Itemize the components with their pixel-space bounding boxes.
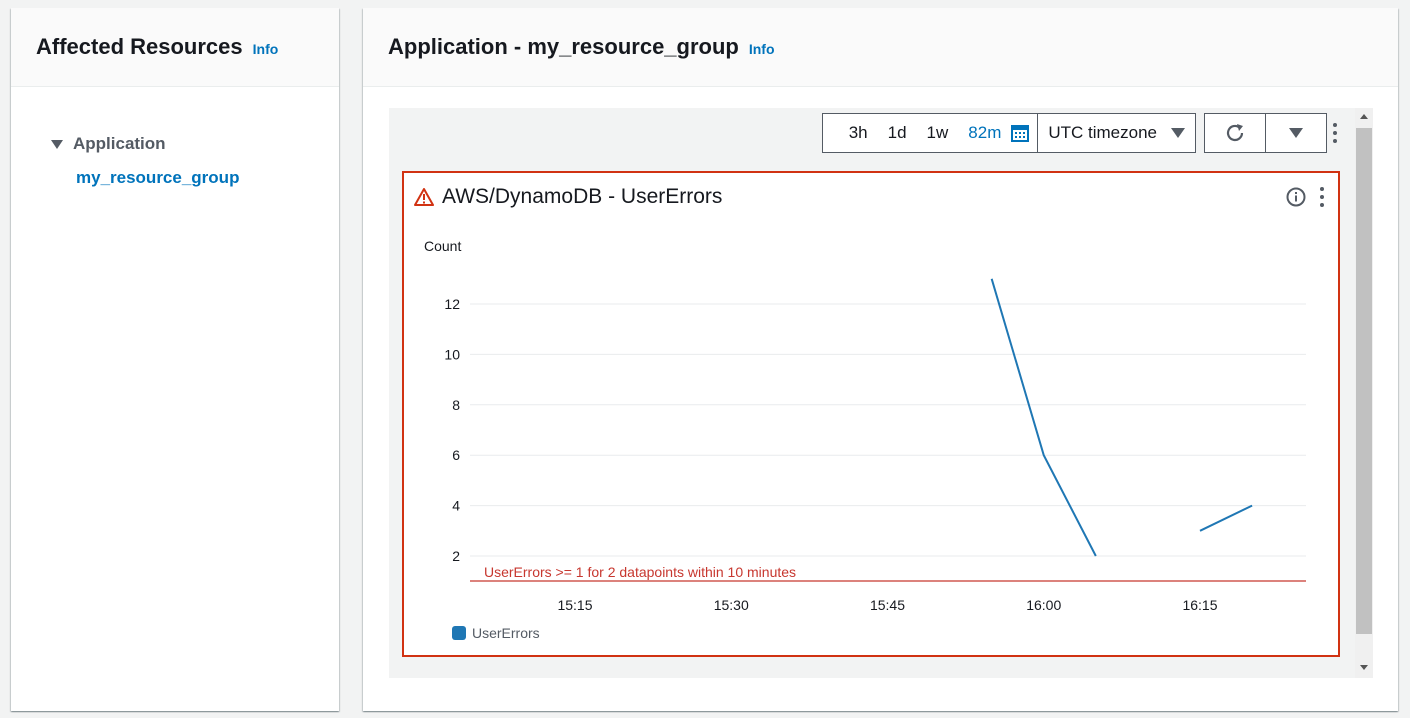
legend-label: UserErrors bbox=[472, 625, 540, 641]
x-tick-label: 16:00 bbox=[1026, 597, 1061, 613]
series-line-usererrors bbox=[990, 278, 1097, 557]
x-tick-label: 15:30 bbox=[714, 597, 749, 613]
range-3h-button[interactable]: 3h bbox=[839, 114, 878, 152]
threshold-label: UserErrors >= 1 for 2 datapoints within … bbox=[484, 564, 796, 580]
y-tick-label: 10 bbox=[444, 346, 460, 362]
affected-resources-panel: Affected Resources Info Application my_r… bbox=[11, 8, 339, 711]
y-tick-label: 4 bbox=[452, 498, 460, 514]
legend-swatch bbox=[452, 626, 466, 640]
time-range-group: 3h 1d 1w 82m UTC timezone bbox=[821, 113, 1196, 153]
application-title: Application - my_resource_group bbox=[388, 34, 739, 59]
resource-tree: Application my_resource_group bbox=[11, 87, 339, 188]
x-tick-label: 15:45 bbox=[870, 597, 905, 613]
tree-node-label: Application bbox=[73, 134, 166, 153]
refresh-icon bbox=[1226, 124, 1244, 142]
x-tick-label: 15:15 bbox=[557, 597, 592, 613]
scroll-thumb[interactable] bbox=[1356, 128, 1372, 634]
caret-down-icon bbox=[1171, 128, 1185, 138]
chart-legend[interactable]: UserErrors bbox=[452, 625, 540, 641]
range-custom-button[interactable]: 82m bbox=[958, 114, 1011, 152]
metric-widget: AWS/DynamoDB - UserErrors Count 2 4 6 8 10 12 1… bbox=[402, 171, 1340, 657]
y-tick-label: 12 bbox=[444, 296, 460, 312]
y-axis-label: Count bbox=[424, 238, 461, 254]
affected-resources-header: Affected Resources Info bbox=[11, 8, 339, 87]
timezone-label: UTC timezone bbox=[1048, 123, 1157, 142]
scroll-down-icon[interactable] bbox=[1360, 665, 1368, 670]
affected-resources-title: Affected Resources bbox=[36, 34, 243, 59]
refresh-button[interactable] bbox=[1204, 113, 1266, 153]
application-header: Application - my_resource_group Info bbox=[363, 8, 1398, 87]
caret-down-icon bbox=[1289, 128, 1303, 138]
dashboard-toolbar: 3h 1d 1w 82m UTC timezone bbox=[821, 113, 1327, 153]
x-tick-label: 16:15 bbox=[1182, 597, 1217, 613]
dashboard-actions-menu[interactable] bbox=[1315, 113, 1355, 153]
series-line-usererrors bbox=[1199, 504, 1253, 532]
more-vertical-icon bbox=[1333, 123, 1337, 143]
application-panel: Application - my_resource_group Info 3h … bbox=[363, 8, 1398, 711]
affected-resources-info-link[interactable]: Info bbox=[253, 37, 279, 57]
y-tick-label: 6 bbox=[452, 447, 460, 463]
timezone-select[interactable]: UTC timezone bbox=[1037, 114, 1195, 152]
caret-down-icon bbox=[51, 139, 63, 149]
calendar-icon[interactable] bbox=[1011, 124, 1030, 142]
dashboard-area: 3h 1d 1w 82m UTC timezone AWS/DynamoDB -… bbox=[389, 108, 1373, 678]
y-tick-label: 8 bbox=[452, 397, 460, 413]
application-info-link[interactable]: Info bbox=[749, 37, 775, 57]
tree-item-resource-group[interactable]: my_resource_group bbox=[76, 168, 339, 188]
line-chart: Count 2 4 6 8 10 12 15:15 15:30 15:45 16:00 16:15 Us… bbox=[424, 238, 1306, 613]
range-1d-button[interactable]: 1d bbox=[878, 114, 917, 152]
tree-node-application[interactable]: Application bbox=[51, 134, 339, 154]
range-1w-button[interactable]: 1w bbox=[917, 114, 959, 152]
scroll-up-icon[interactable] bbox=[1360, 114, 1368, 119]
y-tick-label: 2 bbox=[452, 548, 460, 564]
dashboard-scrollbar[interactable] bbox=[1355, 108, 1373, 678]
